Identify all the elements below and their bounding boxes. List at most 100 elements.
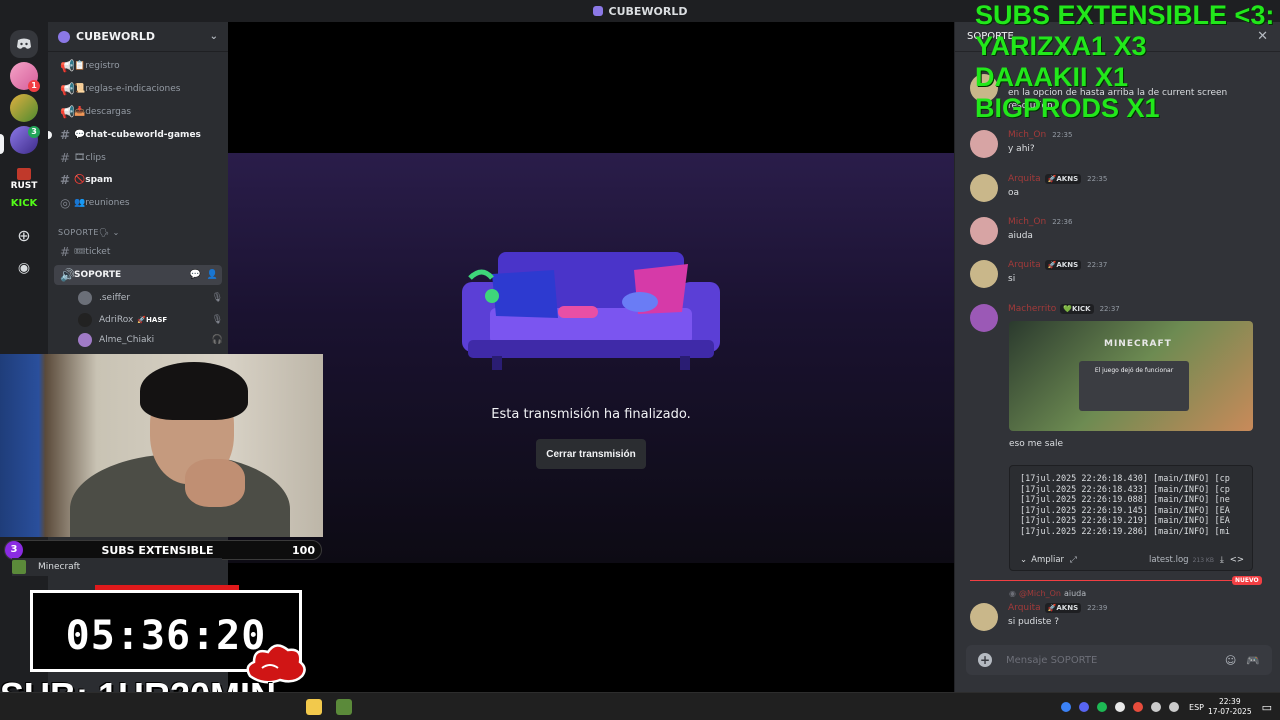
rust-label: RUST bbox=[10, 181, 38, 191]
taskbar-folder-icon[interactable] bbox=[306, 699, 322, 715]
tray-volume-icon[interactable] bbox=[1169, 702, 1180, 712]
channel-label: 🎞clips bbox=[74, 153, 106, 163]
tray-spotify-icon[interactable] bbox=[1097, 702, 1108, 712]
tray-discord-icon[interactable] bbox=[1079, 702, 1090, 712]
gamepad-icon[interactable]: 🎮 bbox=[1246, 654, 1260, 667]
chevron-down-icon[interactable]: ⌄ bbox=[1020, 555, 1027, 565]
chevron-down-icon: ⌄ bbox=[209, 31, 218, 42]
timestamp: 22:35 bbox=[1087, 175, 1108, 183]
category-soporte[interactable]: SOPORTE🗣 ⌄ bbox=[58, 228, 120, 237]
reply-text: aiuda bbox=[1063, 589, 1087, 598]
tray-bluetooth-icon[interactable] bbox=[1061, 702, 1072, 712]
log-line: [17jul.2025 22:26:19.219] [main/INFO] [E… bbox=[1020, 516, 1230, 526]
channel-label: 💬chat-cubeworld-games bbox=[74, 130, 201, 140]
timestamp: 22:37 bbox=[1099, 305, 1120, 313]
timestamp: 22:37 bbox=[1087, 261, 1108, 269]
expand-button[interactable]: Ampliar bbox=[1031, 555, 1064, 565]
add-server-icon[interactable]: ⊕ bbox=[10, 222, 38, 250]
message-header: Macherrito 💚KICK 22:37 bbox=[1008, 304, 1120, 314]
stream-viewer: Esta transmisión ha finalizado. Cerrar t… bbox=[228, 22, 954, 692]
role-tag: 🚀AKNS bbox=[1044, 260, 1082, 270]
close-stream-button[interactable]: Cerrar transmisión bbox=[536, 439, 646, 469]
voice-channel-soporte[interactable]: 🔊 SOPORTE 💬 👤 bbox=[54, 265, 222, 285]
log-line: [17jul.2025 22:26:18.430] [main/INFO] [c… bbox=[1020, 474, 1230, 484]
role-tag: 🚀AKNS bbox=[1044, 603, 1082, 613]
announcement-icon: 📢 bbox=[60, 105, 75, 119]
discord-home-icon[interactable] bbox=[10, 30, 38, 58]
author-name[interactable]: Mich_On bbox=[1008, 217, 1046, 227]
tray-steam-icon[interactable] bbox=[1115, 702, 1126, 712]
channel-spam[interactable]: # 🚫spam bbox=[54, 170, 222, 190]
language-indicator[interactable]: ESP bbox=[1189, 703, 1204, 712]
author-name[interactable]: Arquita bbox=[1008, 260, 1041, 270]
message-text: oa bbox=[1008, 188, 1020, 198]
unread-badge-cubeworld: 3 bbox=[28, 126, 40, 138]
message-text: si pudiste ? bbox=[1008, 617, 1060, 627]
avatar bbox=[970, 174, 998, 202]
download-icon[interactable]: ⤓ bbox=[1220, 555, 1224, 565]
activity-row: Minecraft bbox=[12, 558, 222, 576]
add-attachment-icon[interactable]: + bbox=[978, 653, 992, 667]
mic-muted-icon: 🎙 bbox=[211, 293, 223, 303]
author-name[interactable]: Arquita bbox=[1008, 174, 1041, 184]
discover-icon[interactable]: ◉ bbox=[10, 254, 38, 282]
image-attachment[interactable]: MINECRAFT El juego dejó de funcionar bbox=[1009, 321, 1253, 431]
minecraft-icon bbox=[12, 560, 26, 574]
tray-app-icon[interactable] bbox=[1133, 702, 1144, 712]
voice-user[interactable]: .seiffer 🎙 bbox=[78, 288, 223, 308]
message-text: eso me sale bbox=[1009, 439, 1063, 449]
channel-label: 📜reglas-e-indicaciones bbox=[74, 84, 181, 94]
channel-clips[interactable]: # 🎞clips bbox=[54, 148, 222, 168]
server-kick-icon[interactable]: KICK bbox=[8, 198, 40, 209]
voice-user[interactable]: Alme_Chiaki 🎧 bbox=[78, 330, 223, 350]
server-frog-icon[interactable] bbox=[10, 94, 38, 122]
avatar bbox=[78, 333, 92, 347]
message-text: y ahi? bbox=[1008, 144, 1035, 154]
message-header: Arquita 🚀AKNS 22:39 bbox=[1008, 603, 1107, 613]
clock[interactable]: 22:39 17-07-2025 bbox=[1208, 697, 1252, 717]
server-icon bbox=[592, 6, 603, 16]
notifications-icon[interactable]: ▭ bbox=[1262, 701, 1272, 714]
announcement-icon: 📢 bbox=[60, 82, 75, 96]
log-file-preview: [17jul.2025 22:26:18.430] [main/INFO] [c… bbox=[1009, 465, 1253, 571]
channel-label: 🎟ticket bbox=[74, 247, 111, 257]
taskbar-minecraft-icon[interactable] bbox=[336, 699, 352, 715]
channel-registro[interactable]: 📢 📋registro bbox=[54, 56, 222, 76]
chat-bubble-icon[interactable]: 💬 bbox=[190, 270, 201, 280]
role-tag: 💚KICK bbox=[1060, 304, 1094, 314]
channel-descargas[interactable]: 📢 📥descargas bbox=[54, 102, 222, 122]
emoji-icon[interactable]: ☺ bbox=[1225, 654, 1236, 667]
voice-user[interactable]: AdriRox 🚀HASF 🎙 bbox=[78, 310, 223, 330]
code-icon[interactable]: <> bbox=[1230, 555, 1244, 565]
channel-reuniones[interactable]: ◎ 👥reuniones bbox=[54, 193, 222, 213]
channel-label: 🚫spam bbox=[74, 175, 113, 185]
server-header[interactable]: CUBEWORLD ⌄ bbox=[48, 22, 228, 52]
reply-reference[interactable]: ◉ @Mich_On aiuda bbox=[1009, 589, 1086, 598]
hash-icon: # bbox=[60, 151, 71, 165]
add-user-icon[interactable]: 👤 bbox=[207, 270, 218, 280]
author-name[interactable]: Macherrito bbox=[1008, 304, 1056, 314]
channel-label: SOPORTE bbox=[74, 270, 122, 280]
tray-network-icon[interactable] bbox=[1151, 702, 1162, 712]
author-name[interactable]: Mich_On bbox=[1008, 130, 1046, 140]
channel-ticket[interactable]: # 🎟ticket bbox=[54, 242, 222, 262]
subs-list-title: SUBS EXTENSIBLE <3: bbox=[975, 0, 1275, 30]
hash-icon: # bbox=[60, 245, 71, 259]
channel-reglas[interactable]: 📢 📜reglas-e-indicaciones bbox=[54, 79, 222, 99]
clock-date: 17-07-2025 bbox=[1208, 707, 1252, 716]
message-input[interactable] bbox=[1006, 654, 1215, 666]
speaker-icon: 🔊 bbox=[60, 268, 75, 282]
subs-list: SUBS EXTENSIBLE <3: YARIZXA1 X3 DAAAKII … bbox=[975, 0, 1280, 124]
log-line: [17jul.2025 22:26:19.145] [main/INFO] [E… bbox=[1020, 505, 1230, 516]
server-badge-icon bbox=[58, 30, 70, 43]
webcam-overlay bbox=[0, 354, 323, 537]
taskbar: ESP 22:39 17-07-2025 ▭ bbox=[0, 692, 1280, 720]
channel-label: 👥reuniones bbox=[74, 198, 130, 208]
server-rust-icon[interactable]: RUST bbox=[8, 168, 40, 191]
role-tag: 🚀AKNS bbox=[1044, 174, 1082, 184]
channel-chat-cubeworld-games[interactable]: # 💬chat-cubeworld-games bbox=[48, 125, 222, 145]
unread-indicator bbox=[48, 131, 52, 139]
expand-icon[interactable]: ⤢ bbox=[1070, 555, 1077, 565]
author-name[interactable]: Arquita bbox=[1008, 603, 1041, 613]
message-header: Arquita 🚀AKNS 22:37 bbox=[1008, 260, 1107, 270]
